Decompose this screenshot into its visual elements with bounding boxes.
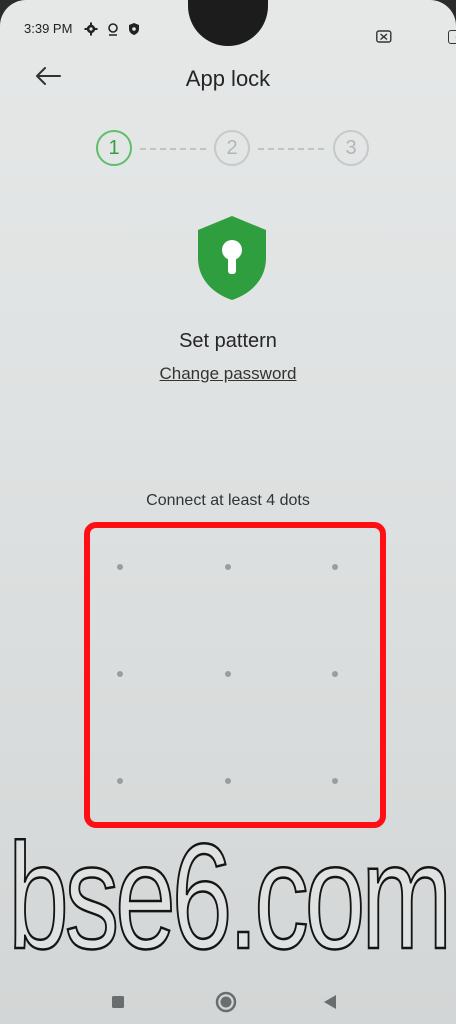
pattern-dot[interactable] (117, 671, 123, 677)
home-circle-icon (215, 991, 237, 1013)
step-connector (140, 148, 206, 150)
pattern-dot[interactable] (225, 671, 231, 677)
page-title: App lock (185, 66, 271, 91)
step-1: 1 (96, 130, 132, 166)
back-nav-button[interactable] (318, 990, 342, 1014)
home-button[interactable] (214, 990, 238, 1014)
location-icon (108, 23, 118, 36)
pattern-dot[interactable] (225, 564, 231, 570)
step-3-label: 3 (345, 136, 357, 159)
stepper: 1 2 3 (0, 128, 456, 172)
change-password-link[interactable]: Change password (0, 364, 456, 384)
step-2-label: 2 (226, 136, 238, 159)
pattern-dot[interactable] (225, 778, 231, 784)
pattern-dot[interactable] (117, 778, 123, 784)
pattern-dot[interactable] (332, 564, 338, 570)
pattern-instruction: Connect at least 4 dots (146, 492, 310, 509)
pattern-highlight-box (84, 522, 386, 828)
back-triangle-icon (324, 995, 336, 1009)
pattern-dot[interactable] (332, 671, 338, 677)
gear-icon (84, 22, 98, 36)
lock-shield-icon (198, 216, 266, 300)
step-3: 3 (333, 130, 369, 166)
sim-icon (376, 30, 392, 43)
status-bar: 3:39 PM 48 (0, 0, 456, 56)
watermark: bse6.com (7, 811, 456, 970)
recents-button[interactable] (106, 990, 130, 1014)
shield-small-icon (129, 23, 139, 35)
recents-square-icon (112, 996, 124, 1008)
set-pattern-heading: Set pattern (179, 330, 277, 352)
phone-screen: 3:39 PM 48 (0, 0, 456, 1024)
watermark-text: bse6.com (8, 812, 448, 970)
navigation-bar (0, 980, 456, 1024)
battery-icon: 48 (448, 30, 456, 44)
step-2: 2 (214, 130, 250, 166)
pattern-dot[interactable] (332, 778, 338, 784)
step-connector (258, 148, 324, 150)
pattern-dot[interactable] (117, 564, 123, 570)
step-1-label: 1 (108, 136, 120, 159)
status-time: 3:39 PM (24, 21, 73, 36)
